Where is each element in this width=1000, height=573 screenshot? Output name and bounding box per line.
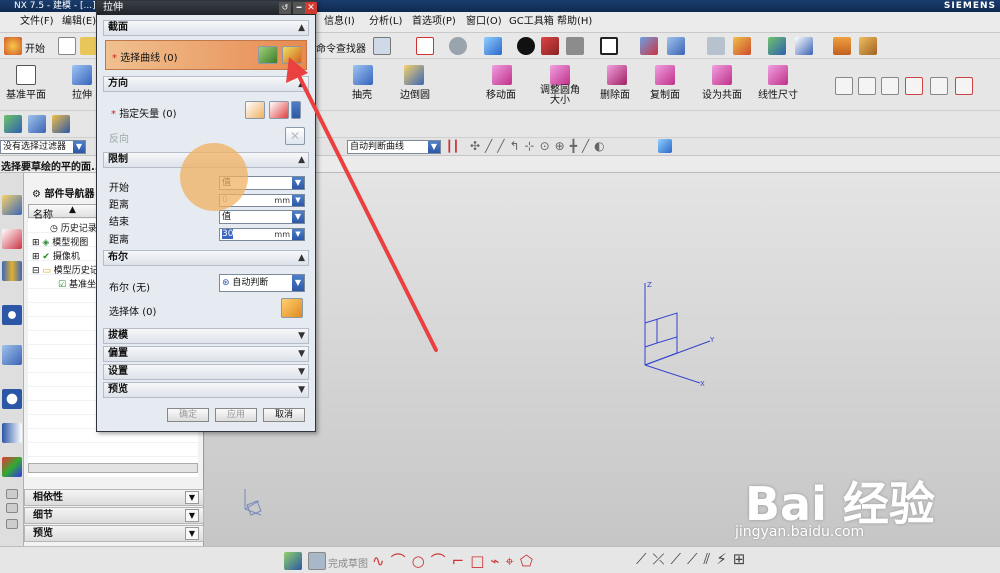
baidu-watermark-url: jingyan.baidu.com xyxy=(735,524,865,540)
